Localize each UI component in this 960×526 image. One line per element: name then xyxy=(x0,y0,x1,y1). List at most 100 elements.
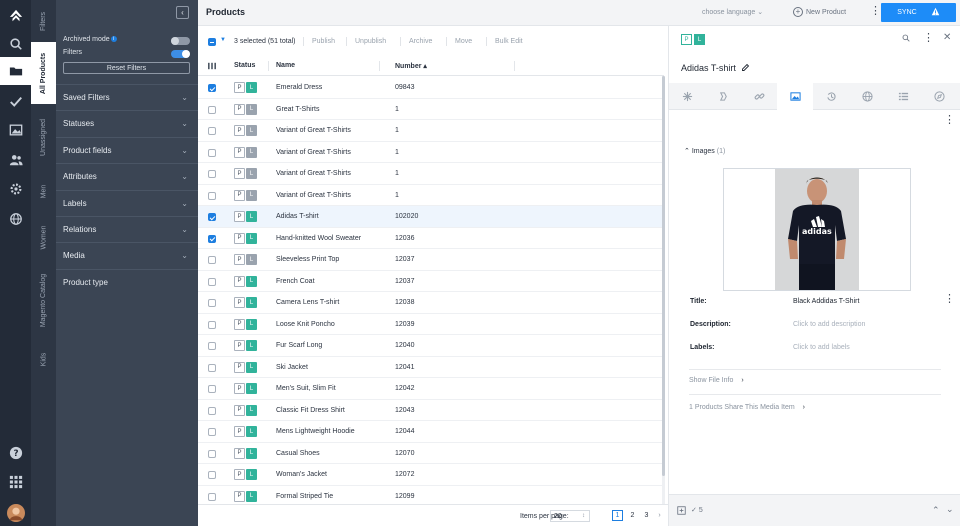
globe-icon[interactable] xyxy=(0,205,31,233)
table-row[interactable]: P L Camera Lens T-shirt 12038 xyxy=(198,292,664,314)
table-row[interactable]: P L Men's Suit, Slim Fit 12042 xyxy=(198,378,664,400)
reset-filters-button[interactable]: Reset Filters xyxy=(63,62,190,74)
table-row[interactable]: P L Classic Fit Dress Shirt 12043 xyxy=(198,400,664,421)
row-checkbox[interactable] xyxy=(208,342,216,350)
row-checkbox[interactable] xyxy=(208,127,216,135)
tab-magento-catalog[interactable]: Magento Catalog xyxy=(31,262,56,338)
user-avatar[interactable] xyxy=(0,499,31,526)
tab-structure-icon[interactable] xyxy=(669,83,705,110)
table-row[interactable]: P L Ski Jacket 12041 xyxy=(198,357,664,378)
filter-section-product-fields[interactable]: Product fields ⌄ xyxy=(56,136,198,163)
images-section-header[interactable]: ⌃ Images (1) xyxy=(684,147,725,155)
table-row[interactable]: P L Adidas T-shirt 102020 xyxy=(198,206,664,228)
table-row[interactable]: P L Woman's Jacket 12072 xyxy=(198,464,664,486)
tab-history-icon[interactable] xyxy=(813,83,849,110)
move-button[interactable]: Move xyxy=(455,38,472,45)
tab-globe-icon[interactable] xyxy=(849,83,885,110)
column-settings-icon[interactable] xyxy=(208,62,216,72)
tab-media-icon[interactable] xyxy=(777,83,813,110)
page-1-button[interactable]: 1 xyxy=(612,510,623,521)
table-row[interactable]: P L Formal Striped Tie 12099 xyxy=(198,486,664,505)
image-preview[interactable]: adidas xyxy=(723,168,911,291)
filter-section-statuses[interactable]: Statuses ⌄ xyxy=(56,110,198,136)
tab-links-icon[interactable] xyxy=(741,83,777,110)
tab-men[interactable]: Men xyxy=(31,170,56,212)
folder-icon[interactable] xyxy=(0,57,31,85)
filter-section-relations[interactable]: Relations ⌄ xyxy=(56,216,198,242)
more-options-icon[interactable]: ⋮ xyxy=(870,6,881,17)
table-row[interactable]: P L Variant of Great T-Shirts 1 xyxy=(198,185,664,206)
filter-section-product-type[interactable]: Product type xyxy=(56,268,198,295)
row-checkbox[interactable] xyxy=(208,277,216,286)
archived-mode-toggle[interactable] xyxy=(171,37,190,45)
collapse-panel-button[interactable]: ‹ xyxy=(176,6,189,19)
field-options-icon[interactable]: ⋮ xyxy=(944,294,955,305)
image-icon[interactable] xyxy=(0,116,31,144)
page-3-button[interactable]: 3 xyxy=(641,510,652,521)
more-options-icon[interactable]: ⋮ xyxy=(923,33,934,44)
sync-button[interactable]: SYNC xyxy=(881,3,956,22)
checks-count[interactable]: ✓ 5 xyxy=(691,506,703,514)
filter-section-saved-filters[interactable]: Saved Filters ⌄ xyxy=(56,84,198,110)
close-icon[interactable]: ✕ xyxy=(943,32,951,43)
table-row[interactable]: P L Mens Lightweight Hoodie 12044 xyxy=(198,421,664,443)
row-checkbox[interactable] xyxy=(208,471,216,479)
table-row[interactable]: P L French Coat 12037 xyxy=(198,271,664,292)
search-icon[interactable] xyxy=(0,30,31,58)
table-row[interactable]: P L Variant of Great T-Shirts 1 xyxy=(198,120,664,142)
next-page-button[interactable]: › xyxy=(654,510,665,521)
table-scrollbar[interactable] xyxy=(662,76,665,504)
help-icon[interactable]: ? xyxy=(0,439,31,467)
table-row[interactable]: P L Loose Knit Poncho 12039 xyxy=(198,314,664,335)
edit-link-icon[interactable] xyxy=(741,63,750,74)
apps-grid-icon[interactable] xyxy=(0,468,31,496)
row-checkbox[interactable] xyxy=(208,256,216,264)
field-value[interactable]: Click to add labels xyxy=(793,344,850,351)
row-checkbox[interactable] xyxy=(208,363,216,372)
filter-section-labels[interactable]: Labels ⌄ xyxy=(56,189,198,216)
language-select[interactable]: choose language ⌄ xyxy=(702,8,763,16)
filter-section-attributes[interactable]: Attributes ⌄ xyxy=(56,163,198,189)
tab-filters[interactable]: Filters xyxy=(31,0,56,42)
table-row[interactable]: P L Hand-knitted Wool Sweater 12036 xyxy=(198,228,664,249)
tab-kids[interactable]: Kids xyxy=(31,338,56,380)
table-row[interactable]: P L Casual Shoes 12070 xyxy=(198,443,664,464)
row-checkbox[interactable] xyxy=(208,449,216,458)
row-checkbox[interactable] xyxy=(208,492,216,501)
add-item-icon[interactable] xyxy=(677,506,686,517)
row-checkbox[interactable] xyxy=(208,320,216,329)
new-product-button[interactable]: + New Product xyxy=(793,7,846,17)
table-row[interactable]: P L Variant of Great T-Shirts 1 xyxy=(198,142,664,163)
row-checkbox[interactable] xyxy=(208,406,216,415)
search-icon[interactable] xyxy=(902,34,910,44)
select-all-checkbox[interactable] xyxy=(208,38,216,46)
users-icon[interactable] xyxy=(0,146,31,174)
table-row[interactable]: P L Variant of Great T-Shirts 1 xyxy=(198,163,664,185)
tab-list-icon[interactable] xyxy=(885,83,921,110)
column-name[interactable]: Name xyxy=(276,62,295,69)
row-checkbox[interactable] xyxy=(208,428,216,436)
field-value[interactable]: Black Addidas T-Shirt xyxy=(793,298,859,305)
selection-dropdown-icon[interactable]: ▼ xyxy=(220,37,226,43)
checkmark-icon[interactable] xyxy=(0,88,31,116)
filter-section-media[interactable]: Media ⌄ xyxy=(56,242,198,268)
shared-products-link[interactable]: 1 Products Share This Media Item › xyxy=(689,404,805,411)
row-checkbox[interactable] xyxy=(208,213,216,221)
filters-toggle[interactable] xyxy=(171,50,190,58)
gear-icon[interactable] xyxy=(0,175,31,203)
publish-button[interactable]: Publish xyxy=(312,38,335,45)
column-status[interactable]: Status xyxy=(234,62,255,69)
field-value[interactable]: Click to add description xyxy=(793,321,865,328)
row-checkbox[interactable] xyxy=(208,105,216,114)
table-row[interactable]: P L Great T-Shirts 1 xyxy=(198,99,664,120)
previous-item-icon[interactable]: ⌃ xyxy=(932,505,940,516)
row-checkbox[interactable] xyxy=(208,385,216,393)
row-checkbox[interactable] xyxy=(208,84,216,92)
row-checkbox[interactable] xyxy=(208,148,216,157)
tab-unassigned[interactable]: Unassigned xyxy=(31,104,56,170)
row-checkbox[interactable] xyxy=(208,299,216,307)
row-checkbox[interactable] xyxy=(208,234,216,243)
next-item-icon[interactable]: ⌄ xyxy=(946,504,954,515)
show-file-info-link[interactable]: Show File Info › xyxy=(689,377,744,384)
row-checkbox[interactable] xyxy=(208,191,216,200)
